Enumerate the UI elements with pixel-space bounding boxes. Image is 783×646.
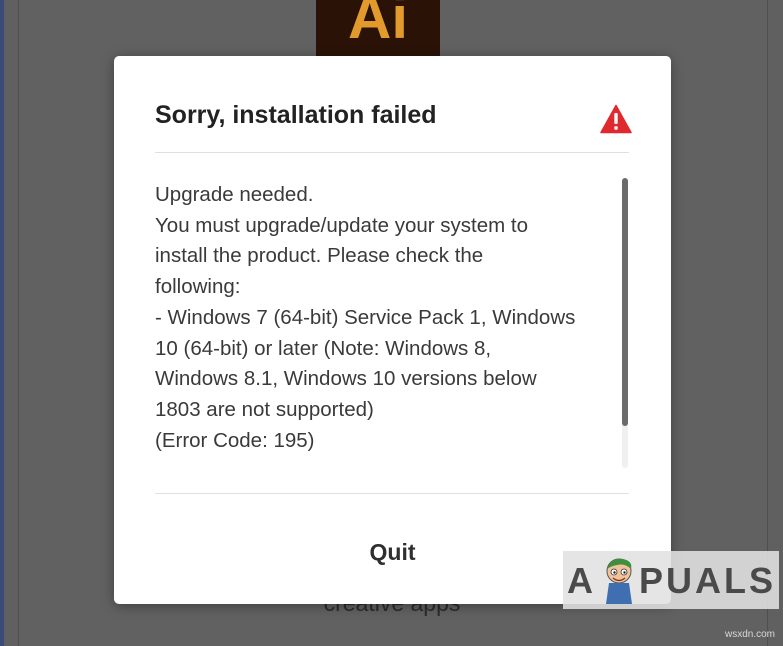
message-line: following: bbox=[155, 275, 241, 299]
message-line: - Windows 7 (64-bit) Service Pack 1, Win… bbox=[155, 305, 576, 329]
message-line: You must upgrade/update your system to bbox=[155, 213, 529, 237]
message-line: 10 (64-bit) or later (Note: Windows 8, bbox=[155, 336, 492, 360]
background-window-edge bbox=[0, 0, 4, 646]
footer-divider bbox=[155, 493, 629, 494]
message-line: 1803 are not supported) bbox=[155, 397, 374, 421]
quit-button[interactable]: Quit bbox=[314, 530, 471, 574]
message-scrollbar[interactable] bbox=[622, 178, 628, 468]
scrollbar-thumb[interactable] bbox=[622, 178, 628, 426]
warning-triangle-icon bbox=[600, 104, 632, 134]
message-line: Windows 8.1, Windows 10 versions below bbox=[155, 367, 537, 391]
appuals-watermark: A PUALS bbox=[563, 551, 779, 609]
message-line: install the product. Please check the bbox=[155, 244, 484, 268]
title-divider bbox=[155, 152, 629, 153]
message-line: (Error Code: 195) bbox=[155, 428, 315, 452]
watermark-brand-lead: A bbox=[567, 560, 596, 601]
site-credit: wsxdn.com bbox=[724, 629, 775, 640]
error-message: Upgrade needed. You must upgrade/update … bbox=[155, 180, 610, 456]
dialog-title: Sorry, installation failed bbox=[155, 101, 437, 129]
watermark-brand-tail: PUALS bbox=[639, 560, 777, 601]
mascot-icon bbox=[606, 558, 632, 604]
app-logo-text: Ai bbox=[348, 0, 408, 51]
message-line: Upgrade needed. bbox=[155, 183, 314, 206]
error-dialog: Sorry, installation failed Upgrade neede… bbox=[114, 56, 671, 604]
illustrator-app-logo: Ai bbox=[316, 0, 440, 58]
